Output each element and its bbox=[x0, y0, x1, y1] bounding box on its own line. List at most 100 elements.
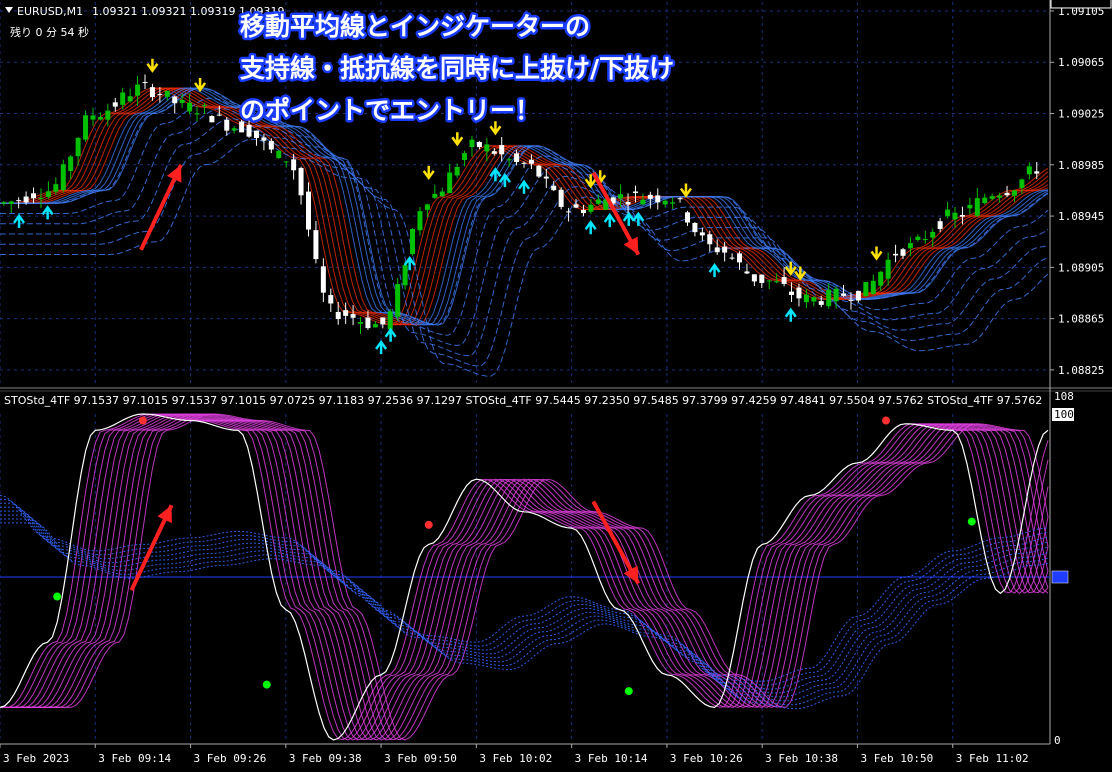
candle-body[interactable] bbox=[194, 113, 200, 115]
candle-body[interactable] bbox=[893, 253, 899, 256]
candle-body[interactable] bbox=[833, 288, 839, 302]
candle-body[interactable] bbox=[142, 82, 148, 84]
candle-body[interactable] bbox=[774, 281, 780, 283]
candle-body[interactable] bbox=[521, 162, 527, 164]
candle-body[interactable] bbox=[744, 271, 750, 274]
candle-body[interactable] bbox=[253, 130, 259, 138]
candle-body[interactable] bbox=[476, 141, 482, 148]
candle-body[interactable] bbox=[328, 295, 334, 304]
candle-body[interactable] bbox=[543, 176, 549, 179]
candle-body[interactable] bbox=[298, 167, 304, 196]
candle-body[interactable] bbox=[387, 311, 393, 330]
candle-body[interactable] bbox=[1019, 179, 1025, 188]
candle-body[interactable] bbox=[149, 87, 155, 98]
candle-body[interactable] bbox=[112, 102, 118, 107]
candle-body[interactable] bbox=[506, 159, 512, 161]
candle-body[interactable] bbox=[439, 191, 445, 197]
candle-body[interactable] bbox=[16, 200, 22, 202]
candle-body[interactable] bbox=[595, 199, 601, 204]
candle-body[interactable] bbox=[320, 266, 326, 293]
candle-body[interactable] bbox=[737, 253, 743, 263]
candle-body[interactable] bbox=[803, 294, 809, 303]
candle-body[interactable] bbox=[68, 156, 74, 172]
candle-body[interactable] bbox=[789, 291, 795, 295]
candle-body[interactable] bbox=[662, 200, 668, 205]
candle-body[interactable] bbox=[759, 274, 765, 283]
candle-body[interactable] bbox=[811, 297, 817, 302]
candle-body[interactable] bbox=[469, 139, 475, 148]
candle-body[interactable] bbox=[781, 277, 787, 284]
candle-body[interactable] bbox=[826, 289, 832, 307]
candle-body[interactable] bbox=[699, 232, 705, 236]
candle-body[interactable] bbox=[75, 137, 81, 157]
candle-body[interactable] bbox=[588, 204, 594, 212]
candle-body[interactable] bbox=[372, 324, 378, 328]
candle-body[interactable] bbox=[655, 195, 661, 203]
candle-body[interactable] bbox=[1011, 190, 1017, 196]
candle-body[interactable] bbox=[1034, 171, 1040, 174]
candle-body[interactable] bbox=[551, 185, 557, 191]
candle-body[interactable] bbox=[766, 280, 772, 282]
candle-body[interactable] bbox=[677, 198, 683, 200]
candle-body[interactable] bbox=[937, 221, 943, 229]
candle-body[interactable] bbox=[959, 214, 965, 217]
candle-body[interactable] bbox=[447, 172, 453, 194]
candle-body[interactable] bbox=[870, 280, 876, 294]
candle-body[interactable] bbox=[53, 184, 59, 192]
candle-body[interactable] bbox=[97, 117, 103, 120]
candle-body[interactable] bbox=[640, 199, 646, 205]
candle-body[interactable] bbox=[343, 310, 349, 316]
candle-body[interactable] bbox=[997, 195, 1003, 198]
candle-body[interactable] bbox=[187, 102, 193, 112]
candle-body[interactable] bbox=[684, 212, 690, 223]
candle-body[interactable] bbox=[246, 124, 252, 137]
candle-body[interactable] bbox=[499, 145, 505, 155]
candle-body[interactable] bbox=[967, 204, 973, 209]
candle-body[interactable] bbox=[751, 274, 757, 282]
candle-body[interactable] bbox=[8, 201, 14, 204]
candle-body[interactable] bbox=[395, 284, 401, 317]
candle-body[interactable] bbox=[402, 265, 408, 286]
candle-body[interactable] bbox=[841, 293, 847, 296]
candle-body[interactable] bbox=[1, 202, 7, 204]
candle-body[interactable] bbox=[120, 92, 126, 105]
candle-body[interactable] bbox=[670, 202, 676, 204]
candle-body[interactable] bbox=[692, 223, 698, 233]
candle-body[interactable] bbox=[930, 231, 936, 238]
candle-body[interactable] bbox=[305, 191, 311, 230]
candle-body[interactable] bbox=[216, 114, 222, 116]
candle-body[interactable] bbox=[224, 119, 230, 131]
candle-body[interactable] bbox=[45, 191, 51, 197]
candle-body[interactable] bbox=[818, 301, 824, 305]
candle-body[interactable] bbox=[945, 209, 951, 217]
candle-body[interactable] bbox=[707, 234, 713, 245]
candle-body[interactable] bbox=[164, 90, 170, 97]
chart-canvas[interactable]: 1.091051.090651.090251.089851.089451.089… bbox=[0, 0, 1112, 772]
candle-body[interactable] bbox=[722, 246, 728, 253]
candle-body[interactable] bbox=[23, 196, 29, 203]
candle-body[interactable] bbox=[380, 317, 386, 325]
candle-body[interactable] bbox=[848, 299, 854, 301]
candle-body[interactable] bbox=[514, 153, 520, 162]
candle-body[interactable] bbox=[432, 193, 438, 198]
candle-body[interactable] bbox=[566, 211, 572, 213]
candle-body[interactable] bbox=[632, 191, 638, 193]
candle-body[interactable] bbox=[878, 271, 884, 286]
candle-body[interactable] bbox=[358, 321, 364, 324]
candle-body[interactable] bbox=[900, 249, 906, 256]
candle-body[interactable] bbox=[135, 84, 141, 96]
candle-body[interactable] bbox=[127, 96, 133, 102]
candle-body[interactable] bbox=[989, 196, 995, 199]
candle-body[interactable] bbox=[462, 153, 468, 161]
candle-body[interactable] bbox=[796, 287, 802, 299]
candle-body[interactable] bbox=[60, 164, 66, 191]
candle-body[interactable] bbox=[974, 198, 980, 216]
candle-body[interactable] bbox=[647, 194, 653, 199]
candle-body[interactable] bbox=[335, 311, 341, 320]
candle-body[interactable] bbox=[528, 159, 534, 164]
candle-body[interactable] bbox=[313, 230, 319, 260]
candle-body[interactable] bbox=[491, 151, 497, 154]
candle-body[interactable] bbox=[573, 204, 579, 208]
candle-body[interactable] bbox=[863, 281, 869, 297]
candle-body[interactable] bbox=[350, 314, 356, 318]
